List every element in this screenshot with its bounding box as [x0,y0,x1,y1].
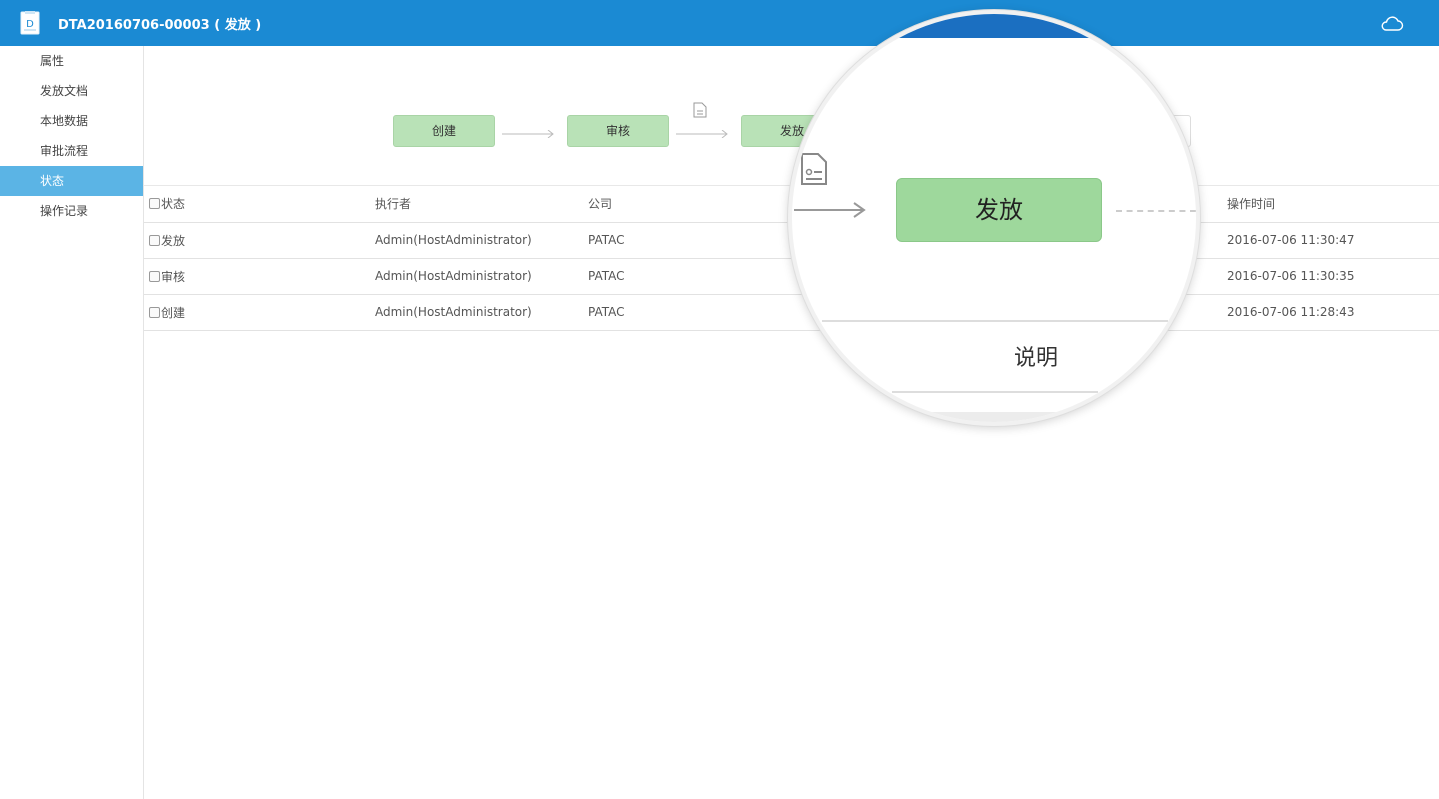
table-row[interactable]: 创建 Admin(HostAdministrator) PATAC 状 2016… [144,294,1439,331]
row-checkbox[interactable] [149,306,160,318]
lens-divider [822,320,1168,322]
magnified-description-label: 说明 [1014,346,1059,371]
flow-step-review[interactable]: 审核 [567,115,669,147]
row-checkbox[interactable] [149,234,160,246]
cell-company: PATAC [588,294,801,331]
cell-company: PATAC [588,258,801,295]
sidebar: 属性 发放文档 本地数据 审批流程 状态 操作记录 [0,46,144,799]
sidebar-item-release-documents[interactable]: 发放文档 [0,76,143,106]
column-header-time: 操作时间 [1227,186,1439,223]
svg-text:D: D [26,19,34,30]
cell-time: 2016-07-06 11:28:43 [1227,294,1439,331]
main-content: 创建 审核 发放 状态 执行者 公司 操作时间 发放 Admin(HostAdm… [144,46,1439,799]
select-all-checkbox[interactable] [149,198,160,210]
lens-divider [892,391,1098,393]
cell-status: 审核 [144,258,375,295]
arrow-right-icon [502,130,554,138]
column-header-company: 公司 [588,186,801,223]
magnified-step-release: 发放 [896,178,1102,242]
document-form-icon[interactable] [693,102,707,118]
arrow-right-icon [676,130,728,138]
sidebar-item-approval-flow[interactable]: 审批流程 [0,136,143,166]
row-checkbox[interactable] [149,270,160,282]
cell-company: PATAC [588,222,801,259]
sidebar-item-local-data[interactable]: 本地数据 [0,106,143,136]
flow-step-create[interactable]: 创建 [393,115,495,147]
arrow-right-icon [794,202,866,218]
cell-executor: Admin(HostAdministrator) [375,294,588,331]
cell-status: 创建 [144,294,375,331]
column-header-executor: 执行者 [375,186,588,223]
document-form-icon [801,153,827,185]
workflow-diagram: 创建 审核 发放 [144,46,1439,186]
cell-time: 2016-07-06 11:30:35 [1227,258,1439,295]
sidebar-item-operation-log[interactable]: 操作记录 [0,196,143,226]
column-header-status: 状态 [144,186,375,223]
sidebar-item-properties[interactable]: 属性 [0,46,143,76]
sidebar-item-status[interactable]: 状态 [0,166,143,196]
lens-header-strip [792,14,1196,38]
cell-status: 发放 [144,222,375,259]
cloud-icon[interactable] [1380,13,1404,33]
cell-executor: Admin(HostAdministrator) [375,258,588,295]
title-bar: D DTA20160706-00003 ( 发放 ) [0,0,1439,46]
page-title: DTA20160706-00003 ( 发放 ) [58,18,262,33]
cell-executor: Admin(HostAdministrator) [375,222,588,259]
cell-time: 2016-07-06 11:30:47 [1227,222,1439,259]
magnifier-lens: 发放 说明 [788,10,1200,426]
lens-dashed-connector [1116,210,1196,212]
table-row[interactable]: 审核 Admin(HostAdministrator) PATAC 2016-0… [144,258,1439,295]
document-d-icon: D [20,11,40,35]
